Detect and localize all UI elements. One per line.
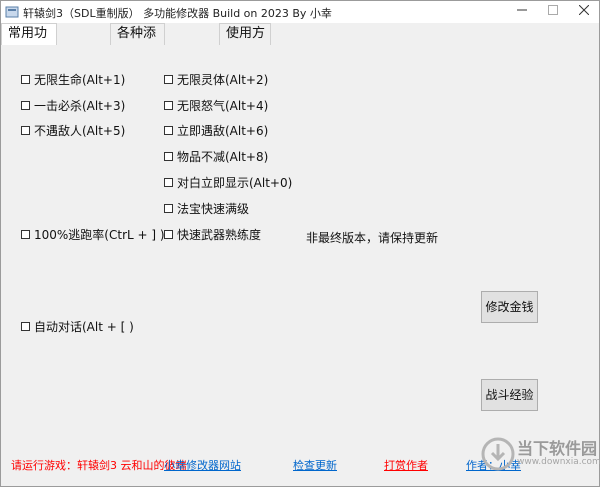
tab-content-common: 无限生命(Alt+1) 一击必杀(Alt+3) 不遇敌人(Alt+5) 100%… (1, 45, 599, 486)
checkbox-label: 一击必杀(Alt+3) (34, 99, 126, 113)
website-link[interactable]: 小幸修改器网站 (164, 457, 241, 473)
checkbox-label: 无限生命(Alt+1) (34, 73, 126, 87)
checkbox-infinite-life[interactable]: 无限生命(Alt+1) (21, 71, 125, 88)
window-title: 轩辕剑3（SDL重制版） 多功能修改器 Build on 2023 By 小幸 (23, 7, 332, 20)
checkbox-label: 对白立即显示(Alt+0) (177, 176, 293, 190)
battle-exp-button[interactable]: 战斗经验 (481, 379, 538, 411)
checkbox-label: 法宝快速满级 (177, 202, 250, 216)
tab-usage[interactable]: 使用方法 (219, 23, 271, 61)
checkbox-box[interactable] (164, 204, 173, 213)
checkbox-items-not-decrease[interactable]: 物品不减(Alt+8) (164, 148, 268, 165)
checkbox-box[interactable] (21, 101, 30, 110)
check-update-link[interactable]: 检查更新 (293, 457, 337, 473)
tip-author-link[interactable]: 打赏作者 (384, 457, 428, 473)
checkbox-instant-dialog[interactable]: 对白立即显示(Alt+0) (164, 174, 292, 191)
app-window: 轩辕剑3（SDL重制版） 多功能修改器 Build on 2023 By 小幸 … (0, 0, 600, 487)
checkbox-escape-rate[interactable]: 100%逃跑率(CtrL + ] ) (21, 226, 165, 243)
checkbox-label: 自动对话(Alt + [ ) (34, 320, 134, 334)
app-icon (5, 6, 19, 18)
watermark-title: 当下软件园 (517, 439, 598, 458)
checkbox-box[interactable] (164, 101, 173, 110)
checkbox-box[interactable] (164, 230, 173, 239)
watermark: 当下软件园 www.downxia.com (479, 433, 600, 483)
version-notice: 非最终版本，请保持更新 (306, 231, 439, 245)
checkbox-weapon-proficiency[interactable]: 快速武器熟练度 (164, 226, 261, 243)
checkbox-infinite-rage[interactable]: 无限怒气(Alt+4) (164, 97, 268, 114)
tab-bar: 常用功能 各种添加 使用方法 (1, 23, 599, 61)
tab-add[interactable]: 各种添加 (110, 23, 165, 61)
checkbox-label: 100%逃跑率(CtrL + ] ) (34, 228, 165, 242)
checkbox-box[interactable] (164, 152, 173, 161)
checkbox-auto-dialog[interactable]: 自动对话(Alt + [ ) (21, 318, 134, 335)
checkbox-treasure-max-level[interactable]: 法宝快速满级 (164, 200, 249, 217)
close-button[interactable] (569, 1, 599, 23)
checkbox-box[interactable] (21, 75, 30, 84)
checkbox-box[interactable] (21, 322, 30, 331)
minimize-button[interactable] (507, 1, 537, 23)
modify-money-button[interactable]: 修改金钱 (481, 291, 538, 323)
checkbox-label: 无限怒气(Alt+4) (177, 99, 269, 113)
tab-common[interactable]: 常用功能 (1, 23, 57, 61)
watermark-logo-icon (481, 437, 515, 471)
checkbox-no-encounters[interactable]: 不遇敌人(Alt+5) (21, 122, 125, 139)
maximize-button[interactable] (538, 1, 568, 23)
watermark-url: www.downxia.com (517, 457, 600, 467)
checkbox-label: 物品不减(Alt+8) (177, 150, 269, 164)
checkbox-label: 不遇敌人(Alt+5) (34, 124, 126, 138)
checkbox-box[interactable] (164, 178, 173, 187)
checkbox-box[interactable] (21, 126, 30, 135)
checkbox-label: 快速武器熟练度 (177, 228, 262, 242)
checkbox-box[interactable] (21, 230, 30, 239)
running-game-label: 请运行游戏：轩辕剑3 云和山的彼端 (11, 459, 187, 472)
checkbox-instant-encounter[interactable]: 立即遇敌(Alt+6) (164, 122, 268, 139)
maximize-icon (548, 5, 558, 15)
checkbox-box[interactable] (164, 126, 173, 135)
checkbox-infinite-spirit[interactable]: 无限灵体(Alt+2) (164, 71, 268, 88)
checkbox-box[interactable] (164, 75, 173, 84)
minimize-icon (517, 9, 527, 11)
checkbox-label: 立即遇敌(Alt+6) (177, 124, 269, 138)
close-icon (578, 4, 590, 16)
checkbox-one-hit-kill[interactable]: 一击必杀(Alt+3) (21, 97, 125, 114)
checkbox-label: 无限灵体(Alt+2) (177, 73, 269, 87)
title-bar: 轩辕剑3（SDL重制版） 多功能修改器 Build on 2023 By 小幸 (1, 1, 599, 23)
